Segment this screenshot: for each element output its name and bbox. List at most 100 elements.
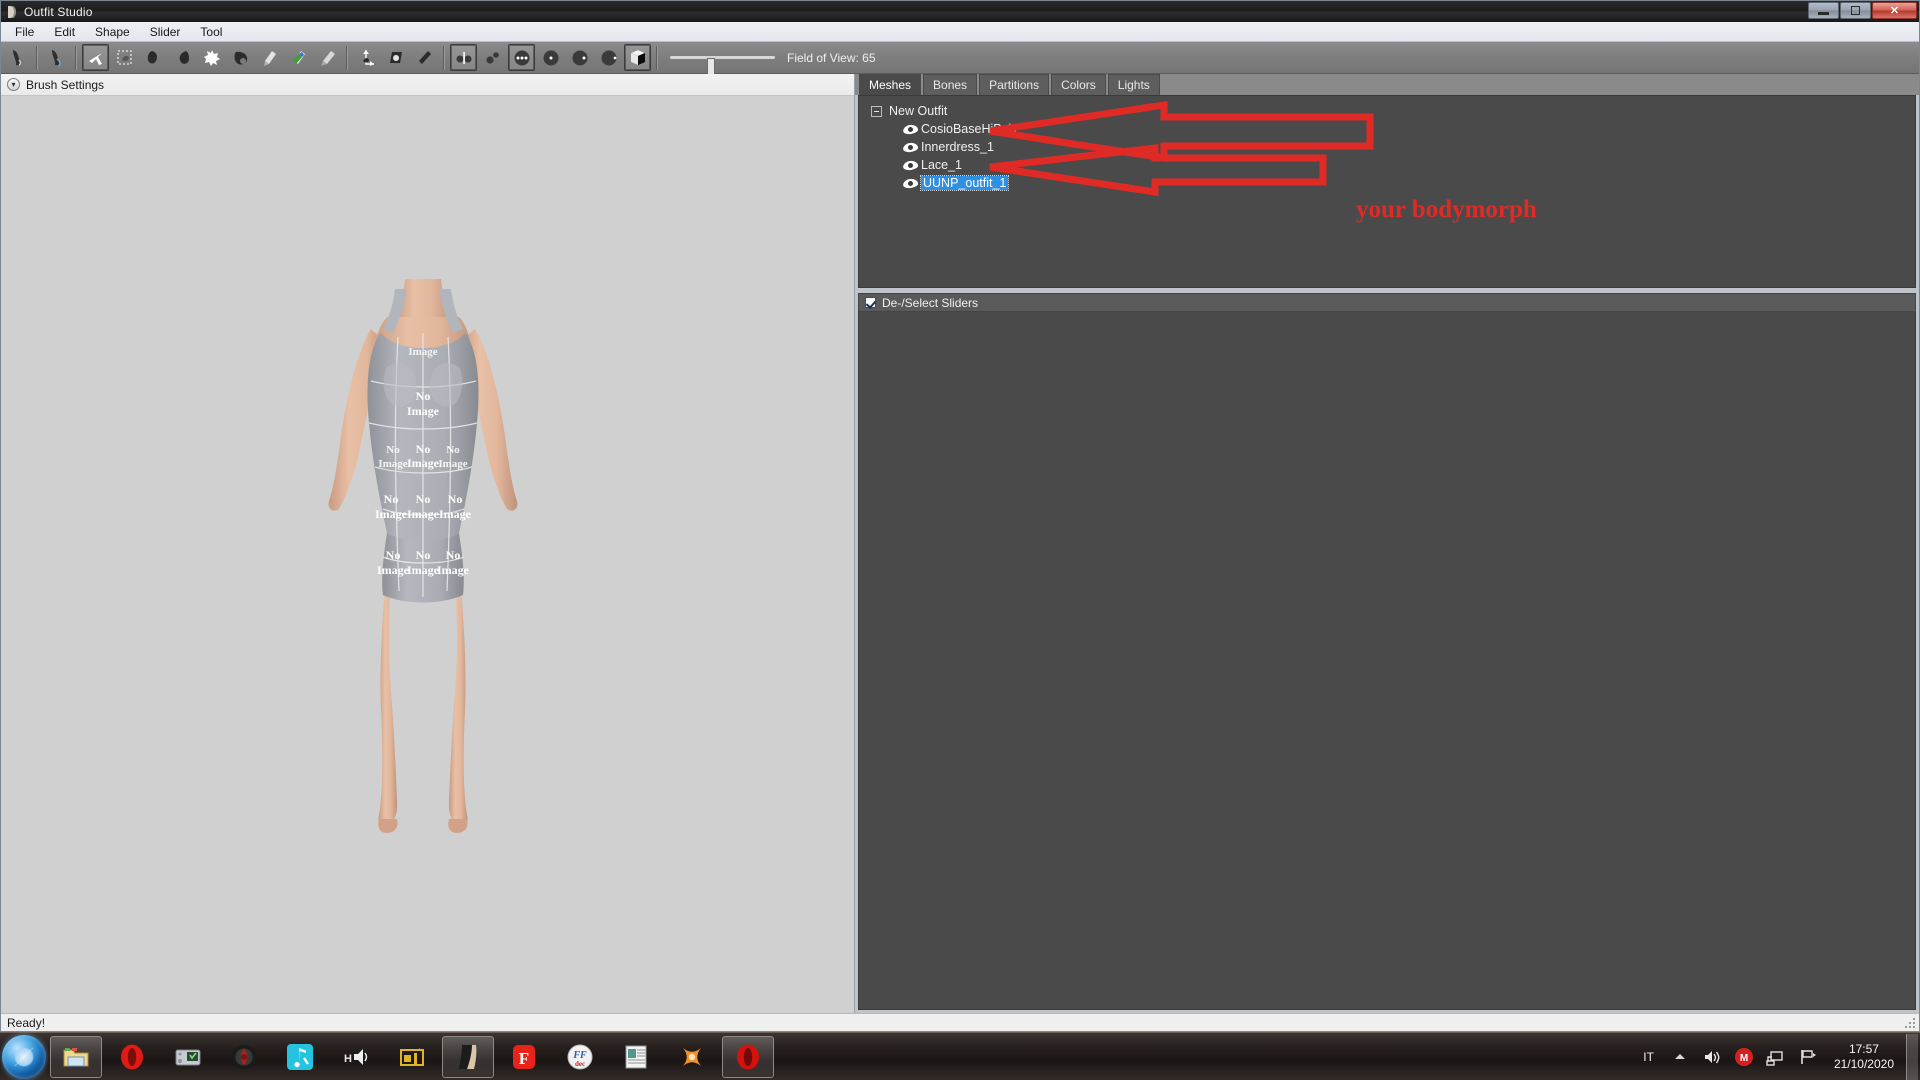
- tab-partitions[interactable]: Partitions: [979, 74, 1050, 95]
- undiff-brush-icon[interactable]: [256, 44, 283, 71]
- ffdec-icon: FF dec: [567, 1044, 593, 1069]
- pivot-icon[interactable]: [382, 44, 409, 71]
- taskbar-outfit-studio[interactable]: [442, 1035, 494, 1078]
- svg-text:No: No: [384, 492, 399, 506]
- clock-time: 17:57: [1848, 1041, 1879, 1056]
- eye-icon[interactable]: [903, 178, 918, 189]
- tree-item-label: Lace_1: [921, 158, 963, 172]
- creation-kit-icon: [232, 1044, 256, 1069]
- mesh-tree-panel[interactable]: New Outfit CosioBaseHiPoly Innerdress_1: [858, 95, 1916, 288]
- taskbar-bodyslide[interactable]: [386, 1036, 438, 1078]
- tree-item-cosiobasehipoly[interactable]: CosioBaseHiPoly: [867, 120, 1915, 138]
- mesh-pane: Meshes Bones Partitions Colors Lights Ne…: [855, 74, 1919, 1013]
- select-vertex-icon[interactable]: [82, 44, 109, 71]
- tab-bones[interactable]: Bones: [923, 74, 978, 95]
- eye-icon[interactable]: [903, 160, 918, 171]
- eye-icon[interactable]: [903, 124, 918, 135]
- deselect-sliders-checkbox[interactable]: [865, 297, 876, 308]
- menu-edit[interactable]: Edit: [44, 23, 85, 41]
- taskbar-windows-explorer[interactable]: [50, 1035, 102, 1078]
- color-brush-icon[interactable]: [285, 44, 312, 71]
- fov-slider-track: [670, 56, 775, 59]
- title-bar[interactable]: Outfit Studio ✕: [1, 1, 1919, 22]
- tree-root-new-outfit[interactable]: New Outfit: [867, 102, 1915, 120]
- vertex-edit-icon[interactable]: [411, 44, 438, 71]
- show-floor-icon[interactable]: [595, 44, 622, 71]
- clock[interactable]: 17:57 21/10/2020: [1834, 1042, 1894, 1072]
- svg-text:Image: Image: [377, 563, 410, 577]
- taskbar-audio-mixer[interactable]: H: [330, 1036, 382, 1078]
- marquee-select-icon[interactable]: [111, 44, 138, 71]
- language-indicator[interactable]: IT: [1643, 1050, 1654, 1064]
- svg-text:Image: Image: [378, 458, 407, 470]
- smooth-icon[interactable]: [227, 44, 254, 71]
- taskbar-music-player[interactable]: [274, 1036, 326, 1078]
- eye-icon[interactable]: [903, 142, 918, 153]
- lighting-cube-icon[interactable]: [624, 44, 651, 71]
- svg-text:dec: dec: [575, 1060, 585, 1068]
- transform-icon[interactable]: [353, 44, 380, 71]
- caption-buttons: ✕: [1808, 2, 1917, 19]
- resize-grip-icon[interactable]: [1903, 1016, 1917, 1030]
- volume-icon[interactable]: [1701, 1046, 1723, 1068]
- close-button[interactable]: ✕: [1872, 2, 1917, 19]
- taskbar-ffdec[interactable]: FF dec: [554, 1036, 606, 1078]
- menu-slider[interactable]: Slider: [140, 23, 191, 41]
- weight-brush-icon[interactable]: [314, 44, 341, 71]
- minimize-button[interactable]: [1808, 2, 1839, 19]
- deflate-icon[interactable]: [169, 44, 196, 71]
- menu-shape[interactable]: Shape: [85, 23, 140, 41]
- show-normals-icon[interactable]: [537, 44, 564, 71]
- show-mesh-icon[interactable]: [450, 44, 477, 71]
- outfit-studio-window: Outfit Studio ✕ File Edit Shape Slider T…: [0, 0, 1920, 1032]
- tab-meshes[interactable]: Meshes: [859, 74, 922, 95]
- outfit-studio-icon: [459, 1044, 477, 1069]
- collapse-icon[interactable]: [871, 105, 882, 117]
- mask-brush-icon[interactable]: [4, 44, 31, 71]
- model-render: Image No Image No Image No Image No Imag…: [328, 279, 518, 833]
- action-center-flag-icon[interactable]: [1797, 1046, 1819, 1068]
- taskbar-spreadsheet[interactable]: [610, 1036, 662, 1078]
- show-desktop-button[interactable]: [1906, 1033, 1918, 1080]
- svg-text:Image: Image: [438, 458, 467, 470]
- tab-colors[interactable]: Colors: [1051, 74, 1106, 95]
- inflate-icon[interactable]: [140, 44, 167, 71]
- fov-slider[interactable]: [670, 56, 775, 75]
- taskbar-opera[interactable]: [106, 1036, 158, 1078]
- opera-window-icon: [737, 1044, 759, 1069]
- network-icon[interactable]: [1765, 1046, 1787, 1068]
- tree-item-uunp-outfit-1[interactable]: UUNP_outfit_1: [867, 174, 1915, 192]
- restore-button[interactable]: [1840, 2, 1871, 19]
- show-hidden-icons-arrow[interactable]: [1669, 1046, 1691, 1068]
- taskbar-opera-window[interactable]: [722, 1035, 774, 1078]
- taskbar-flash-player[interactable]: F: [498, 1036, 550, 1078]
- move-icon[interactable]: [198, 44, 225, 71]
- menu-file[interactable]: File: [5, 23, 44, 41]
- show-seams-icon[interactable]: [566, 44, 593, 71]
- svg-text:M: M: [1740, 1053, 1748, 1064]
- taskbar-creation-kit[interactable]: [218, 1036, 270, 1078]
- deselect-sliders-row[interactable]: De-/Select Sliders: [858, 293, 1916, 312]
- slider-list[interactable]: [858, 312, 1916, 1010]
- toolbar-separator: [36, 45, 38, 70]
- taskbar-xnview[interactable]: [666, 1036, 718, 1078]
- viewport-3d[interactable]: Image No Image No Image No Image No Imag…: [1, 96, 854, 1013]
- brush-settings-bar[interactable]: ▾ Brush Settings: [1, 74, 854, 96]
- show-vertices-icon[interactable]: [508, 44, 535, 71]
- taskbar-nifskope[interactable]: [162, 1036, 214, 1078]
- tree-item-lace-1[interactable]: Lace_1: [867, 156, 1915, 174]
- svg-text:No: No: [386, 548, 401, 562]
- inflate-brush-icon[interactable]: [43, 44, 70, 71]
- tab-lights[interactable]: Lights: [1107, 74, 1160, 95]
- start-button[interactable]: [2, 1034, 46, 1079]
- malwarebytes-icon[interactable]: M: [1733, 1046, 1755, 1068]
- svg-text:H: H: [344, 1053, 352, 1065]
- show-wireframe-icon[interactable]: [479, 44, 506, 71]
- menu-tool[interactable]: Tool: [190, 23, 232, 41]
- status-text: Ready!: [7, 1015, 46, 1030]
- fov-slider-thumb[interactable]: [707, 58, 715, 75]
- chevron-down-icon[interactable]: ▾: [7, 78, 20, 91]
- tree-item-innerdress-1[interactable]: Innerdress_1: [867, 138, 1915, 156]
- toolbar-separator: [346, 45, 348, 70]
- screen: Outfit Studio ✕ File Edit Shape Slider T…: [0, 0, 1920, 1080]
